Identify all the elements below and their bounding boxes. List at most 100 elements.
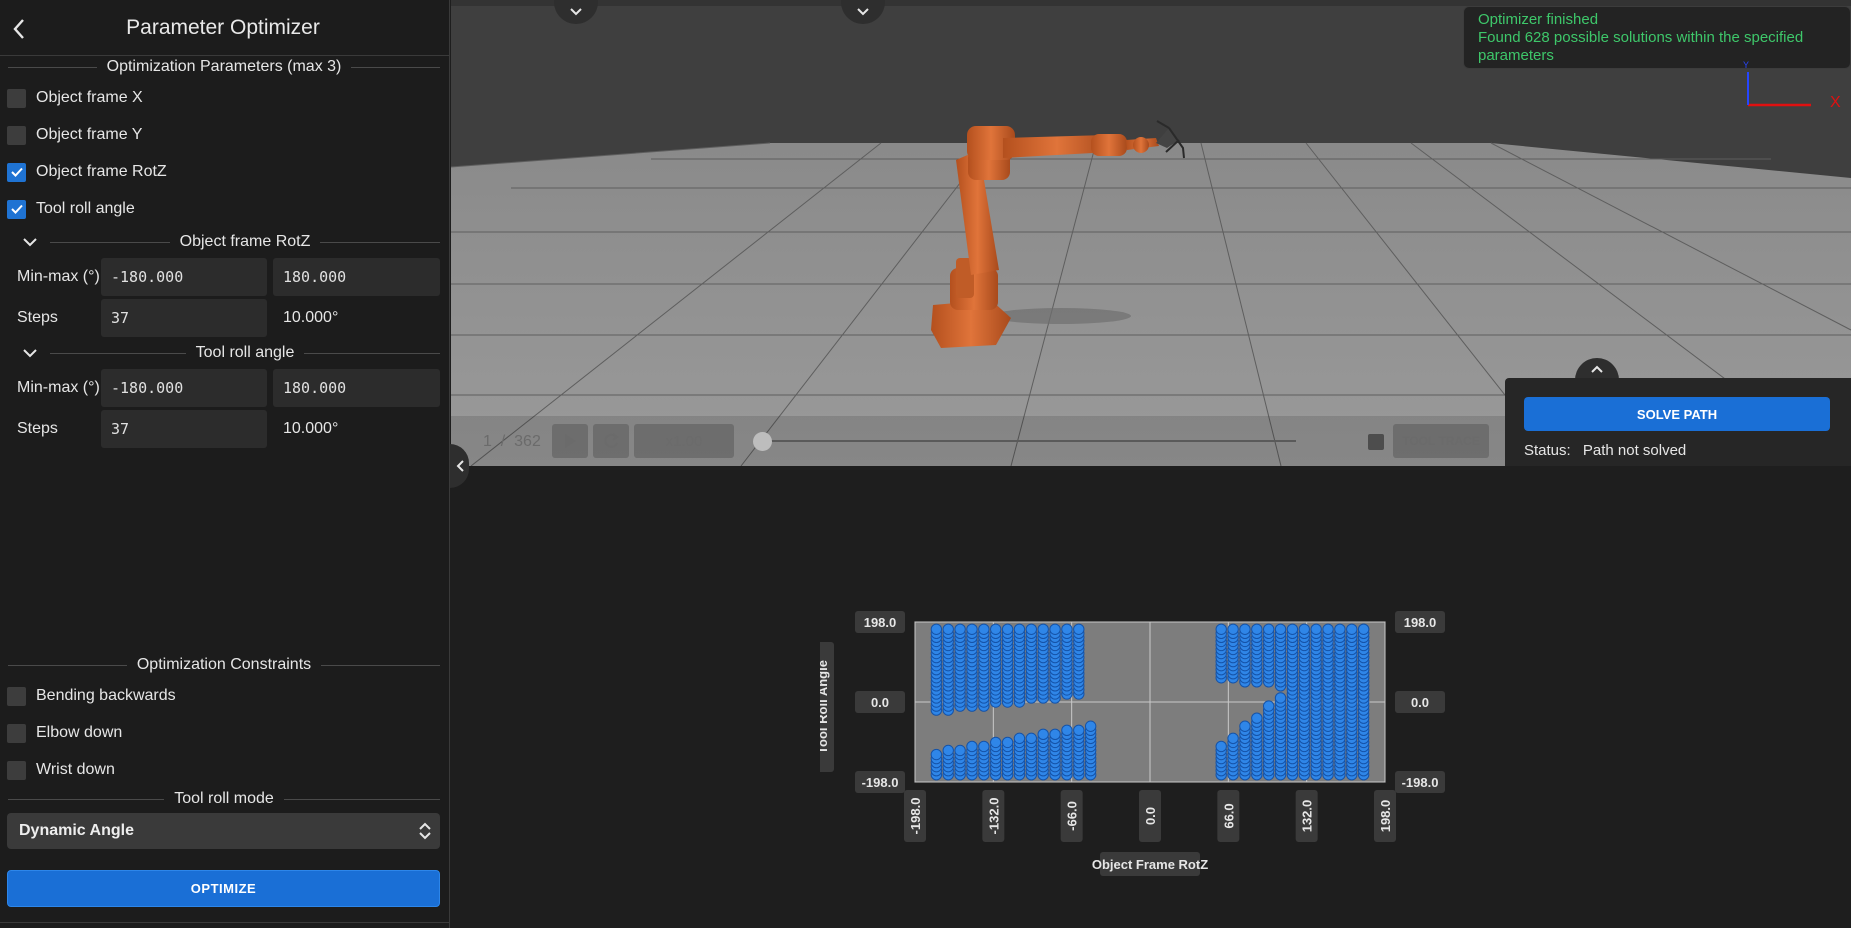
play-icon — [565, 434, 576, 448]
play-button[interactable] — [552, 424, 588, 458]
data-point — [1073, 724, 1085, 736]
section-optimization-parameters: Optimization Parameters (max 3) — [8, 58, 440, 76]
data-point — [1001, 623, 1014, 635]
panel-title: Parameter Optimizer — [126, 16, 320, 39]
constraint-elbow-down[interactable]: Elbow down — [7, 721, 122, 745]
data-point — [1274, 692, 1287, 704]
3d-viewport[interactable]: Optimizer finished Found 628 possible so… — [451, 0, 1851, 466]
data-point — [978, 623, 990, 635]
constraint-bending-backwards[interactable]: Bending backwards — [7, 684, 176, 708]
axis-label-y: Y — [1743, 60, 1750, 70]
rotz-max-input[interactable] — [273, 258, 440, 296]
roll-step-size: 10.000° — [283, 420, 339, 437]
check-icon — [10, 204, 23, 214]
solutions-scatter-chart: 198.0 198.0 0.0 0.0 -198.0 -198.0 -198.0 -132.0… — [820, 611, 1445, 876]
collapse-button[interactable] — [20, 343, 40, 363]
rotz-min-input[interactable] — [101, 258, 267, 296]
chevron-up-icon — [1591, 365, 1603, 373]
data-point — [1049, 728, 1061, 741]
frame-counter: 1 / 362 — [483, 433, 541, 451]
roll-steps-input[interactable] — [101, 410, 267, 448]
select-arrows-icon — [419, 822, 431, 840]
status-value: Path not solved — [1582, 442, 1687, 459]
data-point — [954, 744, 966, 757]
speed-selector[interactable]: x1.00 — [634, 424, 734, 458]
robot-shadow — [991, 308, 1131, 324]
roll-min-input[interactable] — [101, 369, 267, 407]
checkbox-checked[interactable] — [7, 199, 26, 219]
data-point — [930, 623, 943, 635]
data-point — [1357, 623, 1370, 635]
timeline-handle[interactable] — [753, 432, 772, 451]
section-title-text: Optimization Constraints — [136, 656, 312, 673]
select-value: Dynamic Angle — [19, 822, 134, 839]
frame-total: 362 — [514, 433, 541, 450]
checkbox[interactable] — [7, 125, 26, 145]
frame-current: 1 — [483, 433, 492, 450]
y-axis-title: Tool Roll Angle — [820, 660, 830, 754]
data-point — [1322, 623, 1334, 635]
param-object-frame-y[interactable]: Object frame Y — [7, 123, 142, 147]
section-title-text: Optimization Parameters (max 3) — [106, 58, 342, 75]
data-point — [1037, 728, 1049, 741]
data-point — [1346, 623, 1358, 635]
data-point — [1049, 623, 1061, 635]
optimize-button[interactable]: OPTIMIZE — [7, 870, 440, 907]
solve-status: Status: Path not solved — [1524, 442, 1686, 459]
constraint-wrist-down[interactable]: Wrist down — [7, 758, 115, 782]
axis-label-x: X — [1830, 94, 1841, 111]
group-tool-roll-angle-header: Tool roll angle — [10, 343, 440, 363]
x-tick-label: 132.0 — [1300, 800, 1315, 833]
tool-roll-mode-select[interactable]: Dynamic Angle — [7, 813, 440, 849]
roll-steps-row: Steps 10.000° — [0, 410, 450, 450]
data-point — [966, 740, 978, 753]
loop-icon — [604, 433, 619, 448]
y-tick-label-right: -198.0 — [1402, 775, 1439, 790]
checkbox-checked[interactable] — [7, 162, 26, 182]
param-object-frame-x[interactable]: Object frame X — [7, 86, 143, 110]
minmax-label: Min-max (°) — [17, 268, 100, 285]
data-point — [1013, 732, 1026, 745]
param-tool-roll-angle[interactable]: Tool roll angle — [7, 197, 135, 221]
chevron-down-icon — [23, 238, 37, 247]
checkbox-label: Elbow down — [36, 724, 123, 741]
data-point — [1286, 623, 1299, 635]
solve-path-button[interactable]: SOLVE PATH — [1524, 397, 1830, 431]
loop-button[interactable] — [593, 424, 629, 458]
data-point — [1227, 732, 1239, 745]
data-point — [990, 623, 1002, 635]
collapse-button[interactable] — [20, 232, 40, 252]
parameter-optimizer-panel: Parameter Optimizer Optimization Paramet… — [0, 0, 450, 928]
steps-label: Steps — [17, 420, 58, 437]
checkbox-label: Object frame X — [36, 89, 143, 106]
checkbox[interactable] — [7, 686, 26, 706]
data-point — [1239, 623, 1251, 635]
data-point — [1084, 720, 1097, 732]
checkbox-label: Wrist down — [36, 761, 115, 778]
checkbox-label: Object frame RotZ — [36, 163, 167, 180]
checkbox[interactable] — [7, 88, 26, 108]
tool-trace-button[interactable]: TOOL TRACE — [1393, 424, 1489, 458]
param-object-frame-rotz[interactable]: Object frame RotZ — [7, 160, 167, 184]
checkbox[interactable] — [7, 760, 26, 780]
x-tick-label: 198.0 — [1378, 800, 1393, 833]
data-point — [1298, 623, 1310, 635]
check-icon — [10, 167, 23, 177]
section-optimization-constraints: Optimization Constraints — [8, 656, 440, 674]
frame-separator: / — [500, 433, 506, 450]
x-tick-label: -132.0 — [986, 798, 1001, 835]
data-point — [1061, 623, 1073, 635]
tool-trace-checkbox[interactable] — [1368, 434, 1384, 450]
data-point — [942, 623, 954, 635]
y-tick-label: -198.0 — [862, 775, 899, 790]
group-title: Tool roll angle — [195, 344, 295, 361]
section-tool-roll-mode: Tool roll mode — [8, 790, 440, 808]
checkbox-label: Object frame Y — [36, 126, 143, 143]
data-point — [990, 736, 1002, 749]
divider — [50, 352, 186, 354]
checkbox[interactable] — [7, 723, 26, 743]
roll-max-input[interactable] — [273, 369, 440, 407]
rotz-steps-input[interactable] — [101, 299, 267, 337]
x-axis-title: Object Frame RotZ — [1092, 857, 1208, 872]
timeline-track[interactable] — [761, 440, 1296, 442]
